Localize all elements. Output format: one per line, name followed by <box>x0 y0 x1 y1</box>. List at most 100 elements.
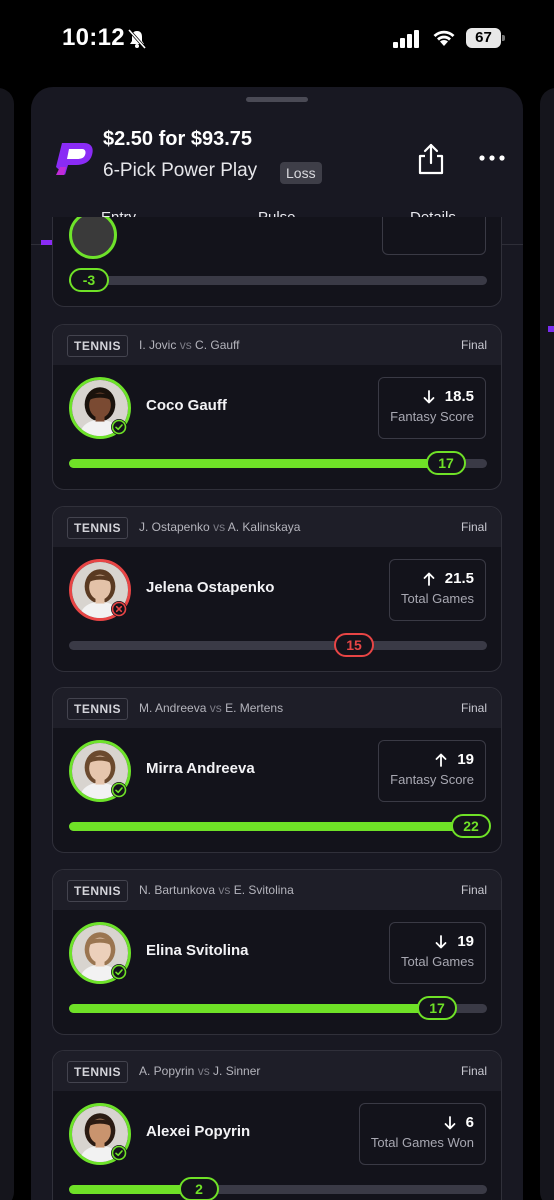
check-circle-icon <box>111 1145 127 1161</box>
game-status: Final <box>460 701 487 715</box>
arrow-up-icon <box>423 572 435 586</box>
vs-label: vs <box>213 520 226 534</box>
more-options-icon[interactable] <box>479 153 505 163</box>
vs-label: vs <box>218 883 231 897</box>
progress-track: -3 <box>69 268 487 292</box>
player-name: Mirra Andreeva <box>146 760 255 777</box>
team-1: M. Andreeva <box>139 701 207 715</box>
projection-stat: Total Games <box>401 954 474 969</box>
card-header: TENNIS N. Bartunkova vs E. Svitolina Fin… <box>53 870 501 910</box>
player-name: Jelena Ostapenko <box>146 579 275 596</box>
progress-fill <box>69 822 487 831</box>
wifi-icon <box>433 30 455 46</box>
game-status: Final <box>460 520 487 534</box>
pick-card-elina-svitolina[interactable]: TENNIS N. Bartunkova vs E. Svitolina Fin… <box>52 869 502 1035</box>
team-1: J. Ostapenko <box>139 520 210 534</box>
pick-card-partial[interactable]: -3 <box>52 217 502 307</box>
check-circle-icon <box>111 782 127 798</box>
card-header: TENNIS A. Popyrin vs J. Sinner Final <box>53 1051 501 1091</box>
team-2: E. Mertens <box>225 701 284 715</box>
vs-label: vs <box>209 701 222 715</box>
matchup: N. Bartunkova vs E. Svitolina <box>139 883 294 897</box>
team-2: A. Kalinskaya <box>227 520 301 534</box>
result-pill: 15 <box>334 633 374 657</box>
check-circle-icon <box>111 964 127 980</box>
arrow-down-icon <box>435 934 447 948</box>
prizepicks-logo-icon <box>56 143 93 175</box>
projection-box: 6 Total Games Won <box>358 1103 486 1165</box>
pick-card-coco-gauff[interactable]: TENNIS I. Jovic vs C. Gauff Final Coco G… <box>52 324 502 490</box>
pick-card-alexei-popyrin[interactable]: TENNIS A. Popyrin vs J. Sinner Final Ale… <box>52 1050 502 1200</box>
projection-box: 19 Fantasy Score <box>378 740 486 802</box>
status-badge: Loss <box>280 162 322 184</box>
pick-card-mirra-andreeva[interactable]: TENNIS M. Andreeva vs E. Mertens Final M… <box>52 687 502 853</box>
previous-entry-card[interactable] <box>0 88 14 1200</box>
projection-line: 19 <box>457 933 474 950</box>
matchup: A. Popyrin vs J. Sinner <box>139 1064 260 1078</box>
card-header: TENNIS I. Jovic vs C. Gauff Final <box>53 325 501 365</box>
pick-card-jelena-ostapenko[interactable]: TENNIS J. Ostapenko vs A. Kalinskaya Fin… <box>52 506 502 672</box>
game-status: Final <box>460 1064 487 1078</box>
sport-tag: TENNIS <box>67 517 129 539</box>
entry-subtitle: 6-Pick Power Play <box>103 160 258 181</box>
battery-level: 67 <box>466 28 501 48</box>
result-pill: 17 <box>426 451 466 475</box>
projection-box: 21.5 Total Games <box>389 559 486 621</box>
vs-label: vs <box>197 1064 210 1078</box>
player-name: Alexei Popyrin <box>146 1123 251 1140</box>
card-header: TENNIS M. Andreeva vs E. Mertens Final <box>53 688 501 728</box>
player-name: Elina Svitolina <box>146 942 249 959</box>
projection-line: 19 <box>457 751 474 768</box>
game-status: Final <box>460 883 487 897</box>
result-pill: -3 <box>69 268 109 292</box>
card-header: TENNIS J. Ostapenko vs A. Kalinskaya Fin… <box>53 507 501 547</box>
projection-box: 18.5 Fantasy Score <box>378 377 486 439</box>
result-pill: 2 <box>179 1177 219 1200</box>
entry-sheet: $2.50 for $93.75 6-Pick Power Play Loss … <box>31 87 523 1200</box>
result-pill: 22 <box>451 814 491 838</box>
projection-box <box>382 217 486 255</box>
sport-tag: TENNIS <box>67 335 129 357</box>
cellular-signal-icon <box>393 30 419 48</box>
team-1: I. Jovic <box>139 338 177 352</box>
projection-stat: Total Games Won <box>370 1135 474 1150</box>
projection-line: 6 <box>465 1114 474 1131</box>
team-2: C. Gauff <box>195 338 240 352</box>
team-1: N. Bartunkova <box>139 883 216 897</box>
matchup: I. Jovic vs C. Gauff <box>139 338 240 352</box>
progress-track: 15 <box>69 633 487 657</box>
x-circle-icon <box>111 601 127 617</box>
team-2: J. Sinner <box>213 1064 261 1078</box>
progress-track: 17 <box>69 996 487 1020</box>
projection-stat: Total Games <box>401 591 474 606</box>
next-entry-card[interactable] <box>540 88 554 1200</box>
matchup: J. Ostapenko vs A. Kalinskaya <box>139 520 300 534</box>
arrow-up-icon <box>435 753 447 767</box>
projection-box: 19 Total Games <box>389 922 486 984</box>
share-icon[interactable] <box>416 143 446 175</box>
progress-track: 2 <box>69 1177 487 1200</box>
projection-stat: Fantasy Score <box>390 772 474 787</box>
projection-stat: Fantasy Score <box>390 409 474 424</box>
projection-line: 18.5 <box>444 388 474 405</box>
vs-label: vs <box>179 338 192 352</box>
avatar <box>69 217 117 259</box>
progress-fill <box>69 459 454 468</box>
player-name: Coco Gauff <box>146 397 227 414</box>
sport-tag: TENNIS <box>67 698 129 720</box>
game-status: Final <box>460 338 487 352</box>
arrow-down-icon <box>423 389 435 403</box>
sheet-grabber[interactable] <box>246 97 308 102</box>
progress-fill <box>69 1004 445 1013</box>
arrow-down-icon <box>444 1115 456 1129</box>
result-pill: 17 <box>417 996 457 1020</box>
progress-track: 17 <box>69 451 487 475</box>
sport-tag: TENNIS <box>67 880 129 902</box>
progress-track: 22 <box>69 814 491 838</box>
matchup: M. Andreeva vs E. Mertens <box>139 701 283 715</box>
status-bar: 10:12 67 <box>0 0 554 80</box>
entry-title: $2.50 for $93.75 <box>103 128 252 150</box>
sport-tag: TENNIS <box>67 1061 129 1083</box>
team-1: A. Popyrin <box>139 1064 195 1078</box>
team-2: E. Svitolina <box>233 883 294 897</box>
